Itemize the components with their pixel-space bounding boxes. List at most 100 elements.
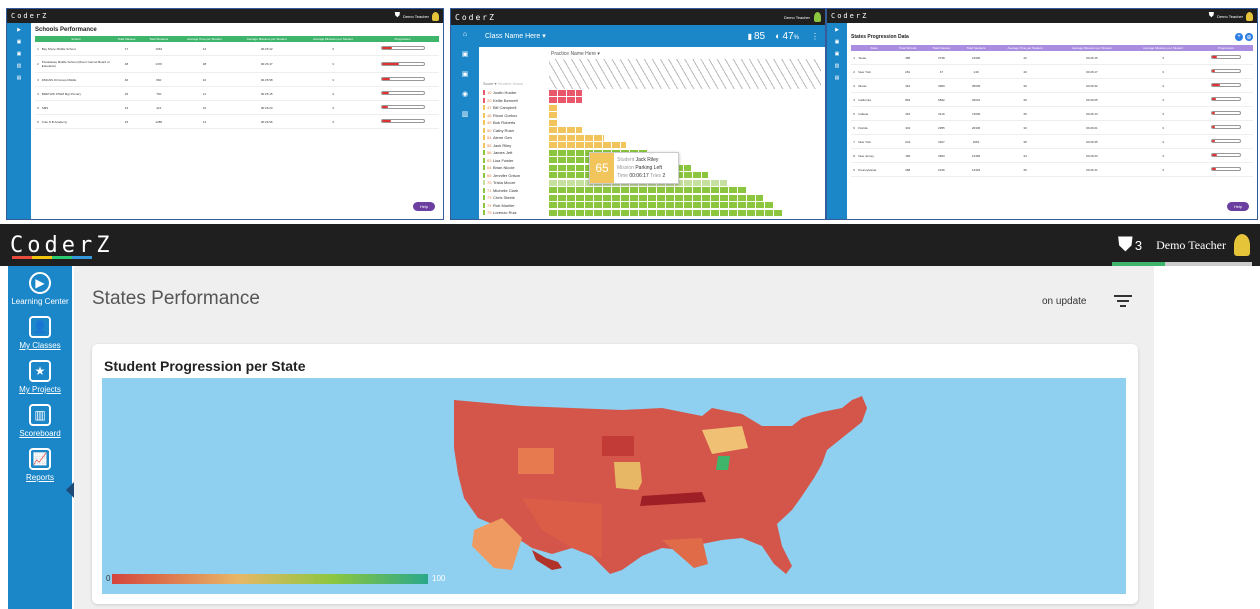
reports-chart-icon[interactable]: ▤ <box>17 75 22 81</box>
user-name[interactable]: Demo Teacher <box>784 15 810 20</box>
student-row[interactable]: 54 Alene Gen <box>483 134 823 142</box>
table-cell: 35 <box>993 106 1057 121</box>
play-circle-icon[interactable]: ◉ <box>462 90 468 98</box>
score-sort[interactable]: Score <box>483 81 493 86</box>
user-name[interactable]: Demo Teacher <box>1156 238 1226 253</box>
student-row[interactable]: 47 Bill Campbell <box>483 104 823 112</box>
projects-folder-icon[interactable]: ▣ <box>462 70 469 78</box>
student-row[interactable]: 10 Justin Hunter <box>483 89 823 97</box>
table-cell: 12366 <box>958 148 994 163</box>
table-row[interactable]: 2 New York 261 47 149 40 00:26:17 3 <box>851 64 1253 79</box>
classes-icon[interactable]: ▣ <box>462 50 469 58</box>
student-row[interactable]: 71 Michelle Clark <box>483 187 823 195</box>
table-cell: 00:25:15 <box>233 86 300 101</box>
us-choropleth-map[interactable] <box>102 378 1126 594</box>
table-row[interactable]: 9 Pennsylvania 268 2016 14323 36 00:26:11 3 <box>851 162 1253 177</box>
add-icon[interactable]: + <box>1235 33 1243 41</box>
table-row[interactable]: 3 Illinois 310 3950 35035 39 00:26:32 3 <box>851 78 1253 93</box>
table-cell: 261 <box>890 64 925 79</box>
student-row[interactable]: 75 Lorenzo Ruiz <box>483 209 823 217</box>
student-row[interactable]: 49 Bob Roberts <box>483 119 823 127</box>
map-area[interactable]: 0 100 <box>102 378 1126 594</box>
student-row[interactable]: 74 Rob Mueller <box>483 202 823 210</box>
play-circle-icon[interactable]: ▶ <box>17 27 21 33</box>
table-cell: 3 <box>1127 120 1199 135</box>
sidebar-item[interactable]: 📈 Reports <box>26 448 54 482</box>
scoreboard-icon: ▥ <box>28 404 51 426</box>
filter-icon[interactable] <box>1114 294 1132 308</box>
table-cell: 3327 <box>924 134 959 149</box>
tooltip-tries: 2 <box>662 173 666 179</box>
table-row[interactable]: 6 Cole N B Academy 15 1286 14 00:26:56 3 <box>35 114 439 129</box>
avatar[interactable] <box>1246 11 1253 21</box>
table-cell: 3833 <box>924 148 959 163</box>
sidebar-item[interactable]: ★ My Projects <box>19 360 61 394</box>
student-row[interactable]: 55 Jack Riley <box>483 142 823 150</box>
home-icon[interactable]: ⌂ <box>463 31 467 38</box>
table-row[interactable]: 7 New York 244 3327 3281 35 00:26:35 3 <box>851 134 1253 149</box>
progress-fill <box>381 92 390 94</box>
table-row[interactable]: 1 Bay Shore Middle School 17 1963 12 00:26:32… <box>35 42 439 56</box>
classes-icon[interactable]: ▣ <box>835 39 840 45</box>
more-icon[interactable]: ⋮ <box>811 32 819 41</box>
scoreboard-icon[interactable]: ▥ <box>462 110 469 118</box>
table-row[interactable]: 2 Piscataway Middle School (Mount Carmel … <box>35 55 439 73</box>
progress-cell <box>1198 51 1253 65</box>
student-sort[interactable]: Student Name <box>498 81 524 86</box>
progress-bar <box>1210 97 1241 101</box>
avatar[interactable] <box>432 11 439 21</box>
table-row[interactable]: 8 New Jersey 165 3833 12366 34 00:26:23 3 <box>851 148 1253 163</box>
help-button[interactable]: Help <box>413 202 435 211</box>
scoreboard-icon[interactable]: ▥ <box>835 63 840 69</box>
table-row[interactable]: 5 SMS 23 421 10 00:26:23 3 <box>35 100 439 115</box>
user-name[interactable]: Demo Teacher <box>1217 14 1243 19</box>
play-circle-icon[interactable]: ▶ <box>835 27 839 33</box>
student-row[interactable]: 50 Cathy Rush <box>483 127 823 135</box>
classes-icon[interactable]: ▣ <box>17 39 22 45</box>
practice-select[interactable]: Practice Name Here ▾ <box>551 51 600 57</box>
help-button[interactable]: Help <box>1227 202 1249 211</box>
table-row[interactable]: 1 Texas 385 3738 12900 42 00:26:15 3 <box>851 51 1253 65</box>
table-row[interactable]: 4 California 863 6832 32031 39 00:26:05 3 <box>851 92 1253 107</box>
projects-folder-icon[interactable]: ▣ <box>17 51 22 57</box>
table-cell: 00:26:11 <box>1056 162 1128 177</box>
progress-cell <box>1198 148 1253 163</box>
student-score: 71 <box>483 187 493 193</box>
progress-fill <box>381 78 391 80</box>
sidebar-item-label: My Projects <box>19 385 61 394</box>
table-row[interactable]: 6 Florida 343 2955 20345 30 00:26:01 3 <box>851 120 1253 135</box>
table-row[interactable]: 4 BRETHIS STEM Mgt Primary 25 760 11 00:25:15… <box>35 86 439 101</box>
table-row[interactable]: 5 Indiana 316 3116 74036 35 00:26:13 3 <box>851 106 1253 121</box>
tooltip-time: 00:06:17 <box>629 173 649 179</box>
table-cell: 48 <box>110 55 143 73</box>
globe-icon[interactable]: ⊕ <box>1245 33 1253 41</box>
avatar[interactable] <box>814 12 821 22</box>
student-row[interactable]: 73 Chris Steele <box>483 194 823 202</box>
state-florida-shape <box>662 538 708 568</box>
student-row[interactable]: 20 Kellie Bennett <box>483 97 823 105</box>
top-bar: CoderZ ⛊ Demo Teacher <box>7 9 443 23</box>
student-row[interactable]: 48 Ricori Gorkov <box>483 112 823 120</box>
table-cell: 3 <box>1127 106 1199 121</box>
sort-controls: Score ▾ Student Name <box>483 81 524 86</box>
table-cell: New York <box>857 134 891 149</box>
table-row[interactable]: 3 DMGNS Oil Group Middle 46 960 10 00:25:58 3 <box>35 72 439 87</box>
progress-fill <box>1211 126 1216 128</box>
table-cell: 42 <box>993 51 1057 65</box>
projects-folder-icon[interactable]: ▣ <box>835 51 840 57</box>
sidebar-item[interactable]: ▥ Scoreboard <box>19 404 61 438</box>
user-name[interactable]: Demo Teacher <box>403 14 429 19</box>
reports-chart-icon[interactable]: ▤ <box>835 75 840 81</box>
progress-cell <box>366 42 439 56</box>
avatar[interactable] <box>1234 234 1250 256</box>
table-cell: 1286 <box>142 114 176 129</box>
student-score: 73 <box>483 195 493 201</box>
scoreboard-icon[interactable]: ▥ <box>17 63 22 69</box>
sidebar-item[interactable]: 👤 My Classes <box>19 316 61 350</box>
table-cell: 385 <box>890 51 925 65</box>
class-select[interactable]: Class Name Here ▾ <box>485 32 546 40</box>
table-cell: California <box>857 92 891 107</box>
table-cell: 3950 <box>924 78 959 93</box>
sidebar-item[interactable]: ▶ Learning Center <box>11 272 69 306</box>
student-progress-cells <box>549 119 558 126</box>
